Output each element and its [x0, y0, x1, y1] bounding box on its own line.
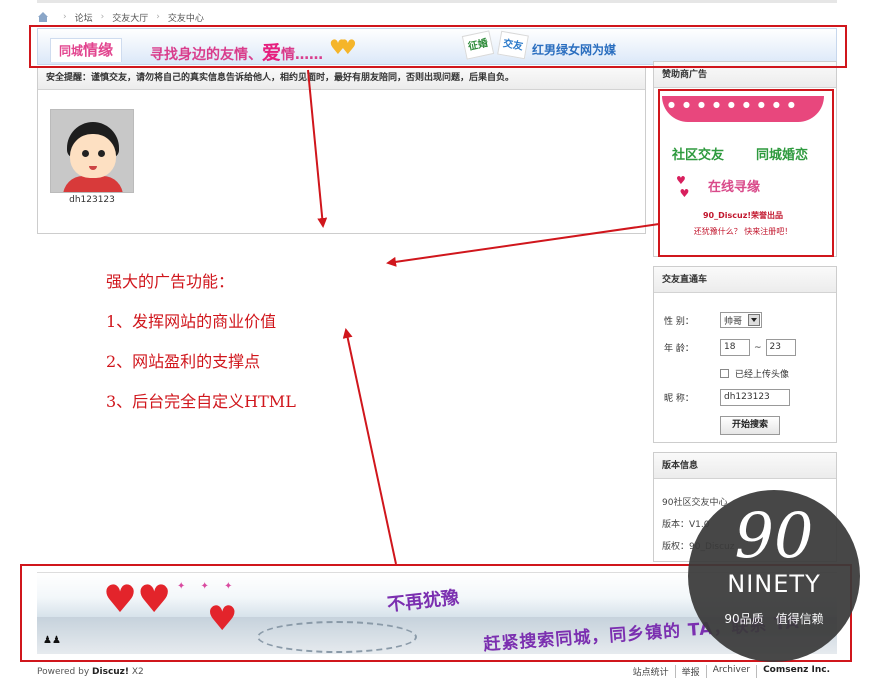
breadcrumb-item-center[interactable]: 交友中心	[168, 11, 204, 24]
gender-row: 性 别： 帅哥	[664, 312, 762, 328]
footer-link-comsenz[interactable]: Comsenz Inc.	[756, 665, 836, 678]
annotation-point-3: 3、后台完全自定义HTML	[106, 392, 296, 411]
avatar-eye-right	[98, 150, 105, 157]
age-min-input[interactable]: 18	[720, 339, 750, 356]
watermark-word: NINETY	[727, 570, 821, 598]
chevron-down-icon[interactable]	[748, 314, 760, 326]
powered-brand[interactable]: Discuz!	[92, 667, 129, 677]
search-title: 交友直通车	[654, 267, 836, 293]
chevron-right-icon: ›	[63, 12, 67, 22]
age-row: 年 龄： 18 ~ 23	[664, 339, 796, 356]
gender-label: 性 别：	[664, 316, 694, 327]
main-panel: 安全提醒：谨慎交友，请勿将自己的真实信息告诉给他人，相约见面时，最好有朋友陪同，…	[37, 66, 646, 234]
gender-value: 帅哥	[724, 316, 743, 327]
gender-select[interactable]: 帅哥	[720, 312, 762, 328]
avatar-filter-row: 已经上传头像	[720, 367, 789, 380]
watermark-number: 90	[734, 499, 814, 572]
ninety-watermark-logo: 90 NINETY 90品质 值得信赖	[688, 490, 860, 662]
avatar-shirt	[63, 176, 123, 192]
username-link[interactable]: dh123123	[50, 195, 134, 205]
footer-link-report[interactable]: 举报	[674, 665, 706, 678]
breadcrumb: › 论坛 › 交友大厅 › 交友中心	[37, 10, 204, 24]
footer-links: 站点统计 举报 Archiver Comsenz Inc.	[627, 665, 836, 678]
nickname-input[interactable]: dh123123	[720, 389, 790, 406]
annotation-point-2: 2、网站盈利的支撑点	[106, 352, 261, 371]
start-search-button[interactable]: 开始搜索	[720, 416, 780, 435]
breadcrumb-item-hall[interactable]: 交友大厅	[112, 11, 148, 24]
has-avatar-checkbox[interactable]	[720, 369, 729, 378]
version-title: 版本信息	[654, 453, 836, 479]
safety-notice: 安全提醒：谨慎交友，请勿将自己的真实信息告诉给他人，相约见面时，最好有朋友陪同，…	[38, 67, 645, 90]
footer-link-stats[interactable]: 站点统计	[627, 665, 675, 678]
chevron-right-icon: ›	[156, 12, 160, 22]
home-icon[interactable]	[37, 12, 49, 22]
annotation-title: 强大的广告功能：	[106, 272, 235, 291]
powered-version: X2	[129, 667, 144, 677]
highlight-top-banner	[29, 25, 847, 68]
arrow-bottom-banner	[342, 328, 397, 565]
avatar[interactable]	[50, 109, 134, 193]
age-label: 年 龄：	[664, 344, 694, 354]
top-divider	[37, 0, 837, 3]
watermark-tagline: 90品质 值得信赖	[724, 612, 824, 626]
chevron-right-icon: ›	[100, 12, 105, 22]
powered-by: Powered by Discuz! X2	[37, 667, 144, 677]
footer-link-archiver[interactable]: Archiver	[705, 665, 756, 678]
nickname-label: 昵 称：	[664, 394, 694, 404]
nickname-row: 昵 称： dh123123	[664, 389, 790, 406]
breadcrumb-item-forum[interactable]: 论坛	[75, 11, 93, 24]
avatar-face	[70, 134, 116, 178]
age-max-input[interactable]: 23	[765, 339, 796, 356]
annotation-point-1: 1、发挥网站的商业价值	[106, 312, 277, 331]
powered-prefix: Powered by	[37, 667, 93, 677]
has-avatar-label: 已经上传头像	[735, 370, 790, 380]
highlight-sponsor-ad	[658, 89, 834, 257]
age-separator: ~	[754, 342, 762, 353]
avatar-eye-left	[82, 150, 89, 157]
search-panel: 交友直通车 性 别： 帅哥 年 龄： 18 ~ 23 已经上传头像 昵 称： d…	[653, 266, 837, 443]
